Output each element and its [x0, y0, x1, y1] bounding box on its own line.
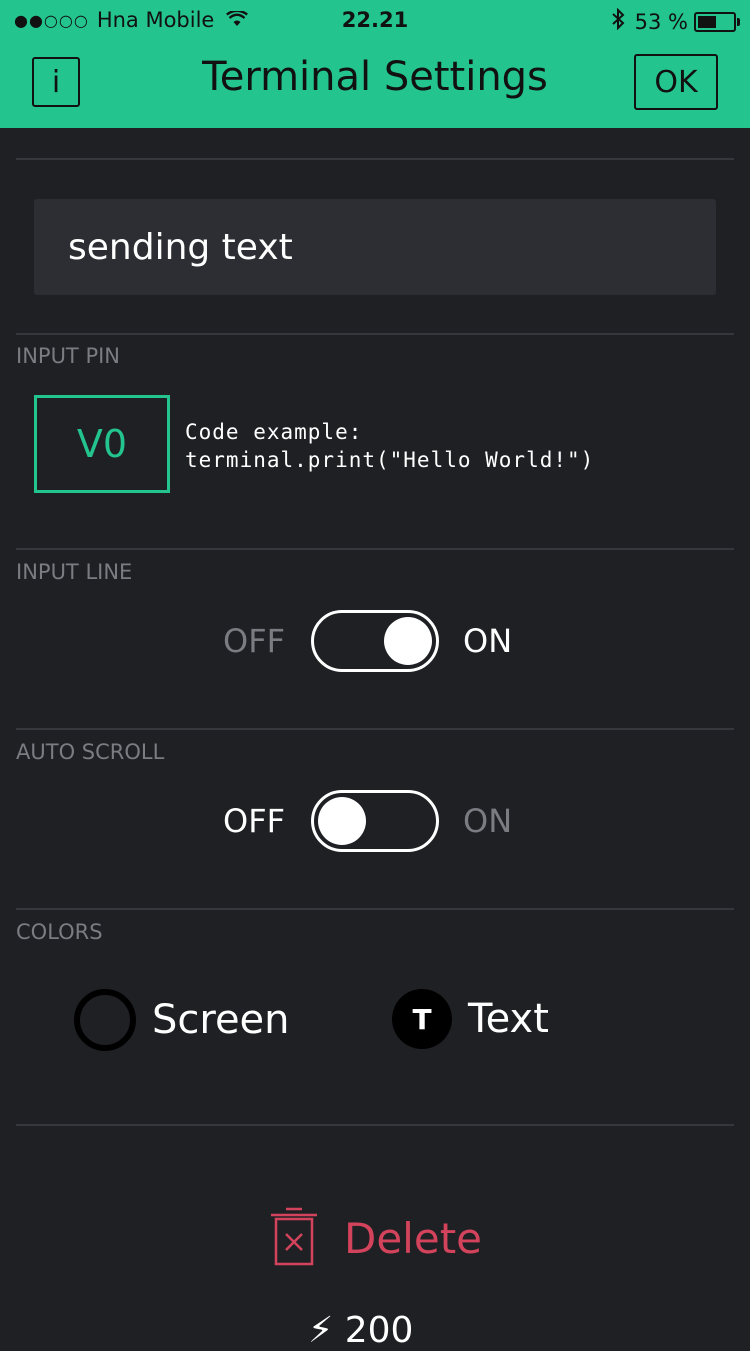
terminal-name-input[interactable]: sending text	[34, 199, 716, 295]
bluetooth-icon	[611, 7, 625, 36]
toggle-knob	[384, 617, 432, 665]
divider	[16, 908, 734, 910]
screen-color-label: Screen	[152, 997, 290, 1043]
energy-cost-value: 200	[344, 1310, 414, 1351]
battery-fill	[698, 16, 716, 28]
auto-scroll-on-label: ON	[463, 802, 513, 840]
divider	[16, 548, 734, 550]
battery-icon	[694, 12, 740, 32]
section-label-colors: COLORS	[16, 920, 103, 944]
delete-button[interactable]: Delete	[268, 1206, 482, 1270]
screen-color-picker[interactable]: Screen	[74, 989, 290, 1051]
divider	[16, 728, 734, 730]
divider	[16, 158, 734, 160]
battery-percent: 53 %	[634, 10, 688, 34]
trash-icon	[268, 1206, 320, 1270]
input-line-off-label: OFF	[223, 622, 285, 660]
section-label-input-line: INPUT LINE	[16, 560, 133, 584]
toggle-knob	[318, 797, 366, 845]
screen-color-swatch-icon	[74, 989, 136, 1051]
auto-scroll-off-label: OFF	[223, 802, 285, 840]
code-example-line: Code example:	[185, 420, 363, 444]
input-line-toggle-row: OFF ON	[0, 610, 750, 674]
input-pin-selector[interactable]: V0	[34, 395, 170, 493]
code-example-line: terminal.print("Hello World!")	[185, 448, 595, 472]
ok-button[interactable]: OK	[634, 54, 718, 110]
status-bar: ●●○○○ Hna Mobile 22.21 53 %	[0, 0, 750, 40]
divider	[16, 333, 734, 335]
energy-cost: ⚡ 200	[308, 1310, 413, 1351]
status-right: 53 %	[611, 7, 740, 36]
text-color-swatch-icon: T	[392, 989, 452, 1049]
section-label-input-pin: INPUT PIN	[16, 344, 121, 368]
section-label-auto-scroll: AUTO SCROLL	[16, 740, 165, 764]
auto-scroll-toggle-row: OFF ON	[0, 790, 750, 854]
code-example: Code example: terminal.print("Hello Worl…	[185, 418, 594, 474]
text-color-label: Text	[468, 996, 549, 1042]
delete-label: Delete	[344, 1213, 482, 1263]
energy-icon: ⚡	[308, 1310, 334, 1351]
input-line-toggle[interactable]	[311, 610, 439, 672]
input-line-on-label: ON	[463, 622, 513, 660]
divider	[16, 1124, 734, 1126]
top-bar: ●●○○○ Hna Mobile 22.21 53 % i Terminal S…	[0, 0, 750, 128]
text-color-picker[interactable]: T Text	[392, 989, 549, 1049]
auto-scroll-toggle[interactable]	[311, 790, 439, 852]
